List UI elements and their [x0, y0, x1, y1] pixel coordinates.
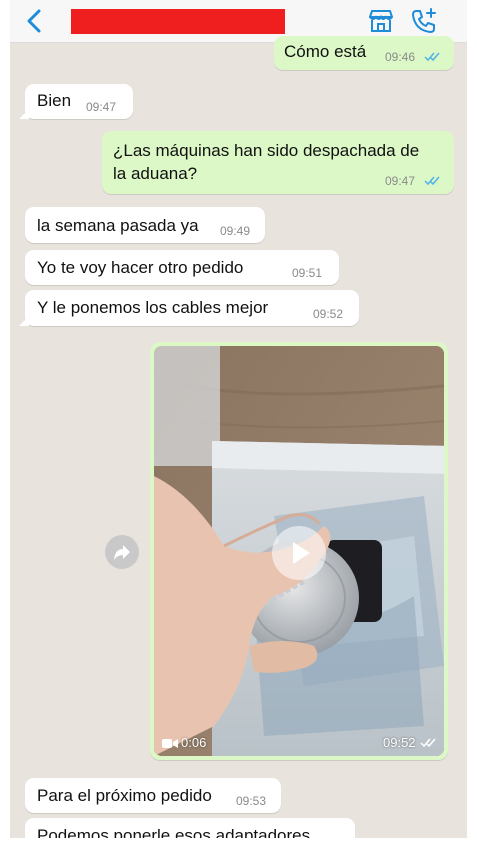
- store-icon: [369, 10, 393, 32]
- play-icon: [293, 542, 310, 564]
- message-bubble-incoming[interactable]: Yo te voy hacer otro pedido 09:51: [25, 250, 339, 285]
- message-text: Cómo está: [284, 42, 367, 61]
- message-bubble-outgoing[interactable]: Cómo está 09:46: [274, 36, 454, 70]
- message-text: Podemos ponerle esos adaptadores: [37, 826, 311, 838]
- store-button[interactable]: [367, 7, 395, 35]
- video-duration: 0:06: [181, 735, 207, 750]
- message-time: 09:52: [313, 307, 344, 321]
- message-bubble-incoming[interactable]: Y le ponemos los cables mejor 09:52: [19, 290, 359, 326]
- read-ticks-icon: [424, 176, 440, 186]
- message-text: Bien: [37, 91, 72, 110]
- message-bubble-incoming[interactable]: Para el próximo pedido 09:53: [25, 778, 281, 813]
- message-time: 09:53: [236, 794, 267, 808]
- message-time: 09:47: [385, 174, 416, 188]
- read-ticks-icon: [420, 738, 436, 748]
- message-bubble-incoming[interactable]: la semana pasada ya 09:49: [25, 207, 265, 243]
- video-time: 09:52: [383, 735, 416, 750]
- video-camera-icon: [162, 739, 178, 748]
- message-time: 09:49: [220, 224, 251, 238]
- back-button[interactable]: [20, 6, 50, 34]
- video-thumbnail[interactable]: 0:06 09:52: [154, 346, 444, 756]
- message-bubble-outgoing[interactable]: ¿Las máquinas han sido despachada de la …: [102, 131, 454, 194]
- message-text-line-2: la aduana?: [113, 164, 198, 183]
- contact-name-redacted[interactable]: [71, 9, 285, 34]
- forward-icon: [114, 545, 130, 560]
- back-icon: [27, 9, 41, 33]
- call-button[interactable]: [410, 7, 438, 35]
- message-time: 09:47: [86, 100, 117, 114]
- chat-screen: Cómo está 09:46 Bien 09:47 ¿Las máquinas…: [10, 0, 467, 838]
- add-call-icon: [412, 8, 436, 33]
- video-message-bubble[interactable]: 0:06 09:52: [150, 342, 448, 760]
- forward-button[interactable]: [105, 535, 139, 569]
- message-text: Y le ponemos los cables mejor: [37, 298, 269, 317]
- bubble-tail: [19, 316, 29, 326]
- message-bubble-incoming[interactable]: Bien 09:47: [19, 84, 133, 119]
- bubble-tail: [19, 109, 29, 119]
- message-bubble-incoming[interactable]: Podemos ponerle esos adaptadores: [25, 818, 355, 838]
- message-text: Para el próximo pedido: [37, 786, 212, 805]
- message-time: 09:51: [292, 266, 323, 280]
- read-ticks-icon: [424, 52, 440, 62]
- message-text: Yo te voy hacer otro pedido: [37, 258, 244, 277]
- message-text-line-1: ¿Las máquinas han sido despachada de: [113, 141, 420, 160]
- message-time: 09:46: [385, 50, 416, 64]
- message-text: la semana pasada ya: [37, 216, 199, 235]
- play-button[interactable]: [272, 526, 326, 580]
